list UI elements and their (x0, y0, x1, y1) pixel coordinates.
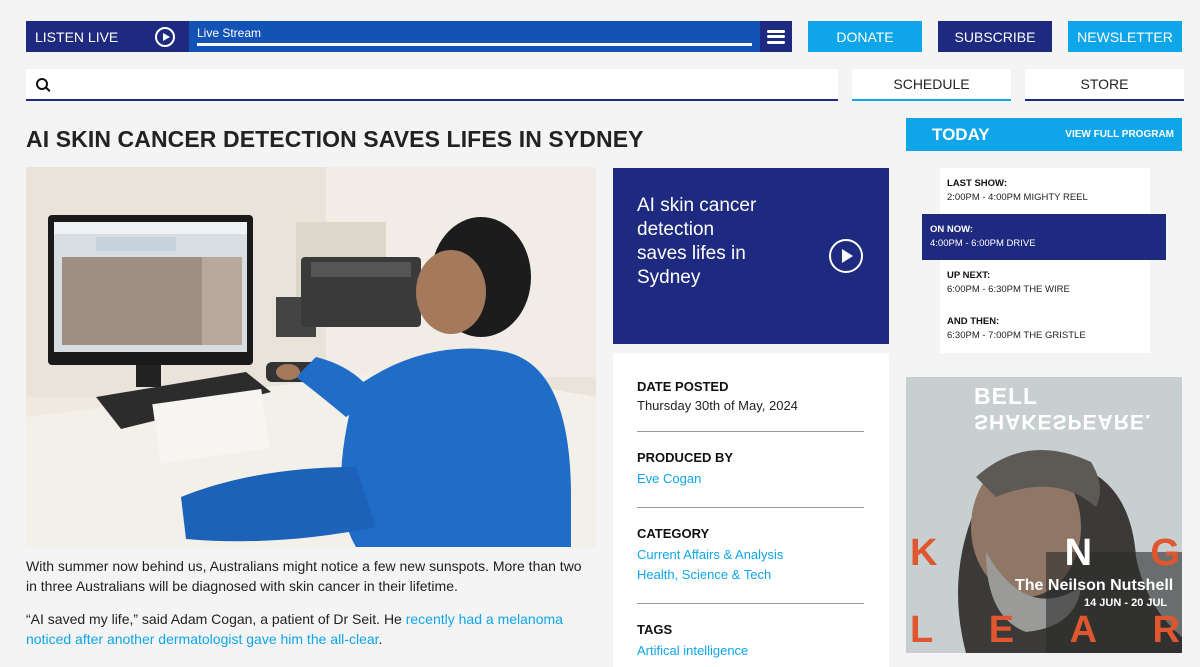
article-photo (26, 167, 596, 547)
video-title: AI skin cancer detection saves lifes in … (637, 195, 757, 288)
today-title: TODAY (932, 124, 990, 144)
stack-icon (767, 29, 785, 44)
listen-live-button[interactable]: LISTEN LIVE (26, 21, 189, 52)
paragraph-2-prefix: “AI saved my life,” said Adam Cogan, a p… (26, 611, 406, 627)
produced-by-heading: PRODUCED BY (637, 450, 734, 465)
store-button[interactable]: STORE (1025, 69, 1184, 101)
view-full-program-link[interactable]: VIEW FULL PROGRAM (1065, 129, 1174, 140)
today-header: TODAY VIEW FULL PROGRAM (906, 118, 1182, 151)
stream-menu-button[interactable] (760, 21, 792, 52)
and-then-label: AND THEN: (947, 316, 1000, 327)
ad-letter: R (1152, 609, 1180, 651)
stream-progress[interactable] (197, 43, 752, 46)
live-stream-label: Live Stream (197, 26, 262, 40)
produced-by-section: PRODUCED BY Eve Cogan (637, 450, 864, 489)
bell-shakespeare-ad[interactable]: BELL SHAKESPEARE. K I N G The Neilson Nu… (906, 377, 1182, 653)
ad-letters-bottom: L E A R (910, 609, 1180, 652)
listen-live-player[interactable]: LISTEN LIVE Live Stream (26, 21, 792, 52)
date-posted-section: DATE POSTED Thursday 30th of May, 2024 (637, 379, 864, 413)
article-paragraph-2: “AI saved my life,” said Adam Cogan, a p… (26, 609, 596, 649)
up-next-value: 6:00PM - 6:30PM THE WIRE (947, 284, 1070, 295)
search-input[interactable] (62, 70, 822, 98)
and-then-item[interactable]: AND THEN: 6:30PM - 7:00PM THE GRISTLE (940, 306, 1150, 353)
divider (637, 507, 864, 508)
donate-button[interactable]: DONATE (808, 21, 922, 52)
search-icon[interactable] (36, 78, 48, 90)
ad-letters-top: K I N G (910, 532, 1180, 575)
subscribe-button[interactable]: SUBSCRIBE (938, 21, 1052, 52)
article-meta-panel: DATE POSTED Thursday 30th of May, 2024 P… (613, 353, 889, 667)
ad-title: The Neilson Nutshell (1015, 577, 1174, 594)
paragraph-2-suffix: . (378, 631, 383, 647)
ad-brand-mirror: SHAKESPEARE. (974, 410, 1152, 433)
schedule-button[interactable]: SCHEDULE (852, 69, 1011, 101)
on-now-item[interactable]: ON NOW: 4:00PM - 6:00PM DRIVE (922, 214, 1166, 260)
ad-brand-top: BELL (974, 383, 1039, 409)
divider (637, 431, 864, 432)
article-headline: AI SKIN CANCER DETECTION SAVES LIFES IN … (26, 126, 644, 152)
ad-letter: L (910, 609, 934, 651)
last-show-item[interactable]: LAST SHOW: 2:00PM - 4:00PM MIGHTY REEL (940, 168, 1150, 214)
ad-letter: N (1064, 532, 1093, 574)
ad-dates: 14 JUN - 20 JUL (1084, 597, 1168, 609)
newsletter-button[interactable]: NEWSLETTER (1068, 21, 1182, 52)
category-link-health-science[interactable]: Health, Science & Tech (637, 565, 864, 585)
play-video-icon[interactable] (829, 239, 863, 273)
ad-letter: K (910, 532, 938, 574)
and-then-value: 6:30PM - 7:00PM THE GRISTLE (947, 330, 1086, 341)
ad-letter: G (1150, 532, 1180, 574)
up-next-item[interactable]: UP NEXT: 6:00PM - 6:30PM THE WIRE (940, 260, 1150, 306)
producer-link[interactable]: Eve Cogan (637, 469, 864, 489)
last-show-value: 2:00PM - 4:00PM MIGHTY REEL (947, 192, 1088, 203)
article-photo-illustration (26, 167, 596, 547)
divider (637, 603, 864, 604)
up-next-label: UP NEXT: (947, 270, 991, 281)
play-icon[interactable] (155, 26, 175, 47)
category-section: CATEGORY Current Affairs & Analysis Heal… (637, 526, 864, 585)
ad-letter: E (988, 609, 1015, 651)
on-now-label: ON NOW: (930, 224, 974, 235)
last-show-label: LAST SHOW: (947, 178, 1007, 189)
date-posted-heading: DATE POSTED (637, 379, 729, 394)
tags-heading: TAGS (637, 622, 673, 637)
search-bar[interactable] (26, 69, 838, 101)
tag-link[interactable]: Artifical intelligence (637, 641, 864, 661)
tags-section: TAGS Artifical intelligence (637, 622, 864, 661)
category-link-current-affairs[interactable]: Current Affairs & Analysis (637, 545, 864, 565)
category-heading: CATEGORY (637, 526, 710, 541)
date-posted-value: Thursday 30th of May, 2024 (637, 398, 798, 413)
article-paragraph-1: With summer now behind us, Australians m… (26, 558, 582, 594)
listen-live-label: LISTEN LIVE (35, 28, 119, 45)
live-stream-bar[interactable]: Live Stream (189, 21, 792, 52)
on-now-value: 4:00PM - 6:00PM DRIVE (930, 238, 1036, 249)
ad-letter: A (1069, 609, 1098, 651)
video-card[interactable]: AI skin cancer detection saves lifes in … (613, 168, 889, 344)
